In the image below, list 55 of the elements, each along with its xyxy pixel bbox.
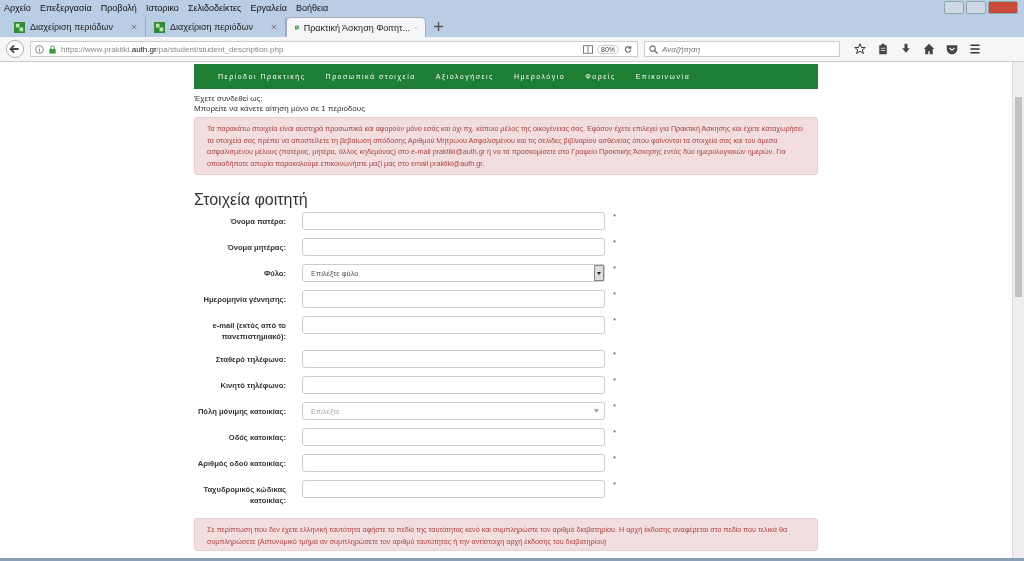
home-icon[interactable] [923, 43, 935, 55]
required-mark: * [613, 238, 617, 247]
input-field[interactable] [302, 480, 605, 498]
favicon-icon [14, 21, 25, 33]
menu-item[interactable]: Βοήθεια [295, 2, 329, 13]
required-mark: * [613, 290, 617, 299]
required-mark: * [613, 350, 617, 359]
required-mark: * [613, 376, 617, 385]
close-tab-icon[interactable] [271, 24, 277, 30]
menu-item[interactable]: Ιστορικο [145, 2, 179, 13]
required-mark: * [613, 402, 617, 411]
lock-icon [48, 44, 57, 54]
required-mark: * [613, 212, 617, 221]
search-input[interactable]: Αναζήτηση [662, 44, 832, 54]
menu-item[interactable]: Σελιδοδείκτες [187, 2, 242, 13]
download-icon[interactable] [900, 43, 912, 55]
input-field[interactable] [302, 316, 605, 334]
close-tab-icon[interactable] [131, 24, 137, 30]
restore-button[interactable] [966, 1, 986, 14]
menu-item[interactable]: Επεξεργασία [39, 2, 92, 13]
favicon-icon [154, 21, 165, 33]
required-mark: * [613, 428, 617, 437]
bookmark-star-icon[interactable] [854, 43, 866, 55]
caret-icon [594, 409, 599, 413]
info-icon [35, 44, 44, 54]
reader-view-icon[interactable] [583, 44, 593, 54]
required-mark: * [613, 454, 617, 463]
search-icon [649, 44, 658, 54]
back-icon[interactable] [6, 40, 24, 58]
input-field[interactable] [302, 212, 605, 230]
pocket-icon[interactable] [946, 43, 958, 55]
required-mark: * [613, 480, 617, 489]
section-title: Στοιχεία φοιτητή [194, 191, 309, 209]
input-field[interactable] [302, 454, 605, 472]
close-button[interactable] [988, 1, 1018, 14]
input-field[interactable] [302, 428, 605, 446]
menu-item[interactable]: Εργαλεία [250, 2, 287, 13]
clipboard-icon[interactable] [877, 43, 889, 55]
search-field[interactable]: Αναζήτηση [644, 41, 840, 57]
reload-icon[interactable] [623, 44, 633, 54]
required-mark: * [613, 264, 617, 273]
required-mark: * [613, 316, 617, 325]
browser-tab[interactable]: Πρακτική Άσκηση Φοιτητ... [286, 17, 426, 37]
input-field[interactable] [302, 290, 605, 308]
menu-item[interactable]: Προβολή [100, 2, 137, 13]
scrollbar[interactable] [1012, 62, 1024, 558]
minimize-button[interactable] [944, 1, 964, 14]
input-field[interactable] [302, 376, 605, 394]
menu-icon[interactable] [969, 43, 981, 55]
menu-item[interactable]: Αρχείο [4, 2, 31, 13]
new-tab-icon[interactable] [434, 22, 443, 31]
login-notice: Μπορείτε να κάνετε αίτηση μόνο σε 1 περιόδους [194, 104, 366, 114]
input-field[interactable] [302, 238, 605, 256]
input-field[interactable] [302, 350, 605, 368]
login-notice: Έχετε συνδεθεί ως: [194, 94, 264, 104]
